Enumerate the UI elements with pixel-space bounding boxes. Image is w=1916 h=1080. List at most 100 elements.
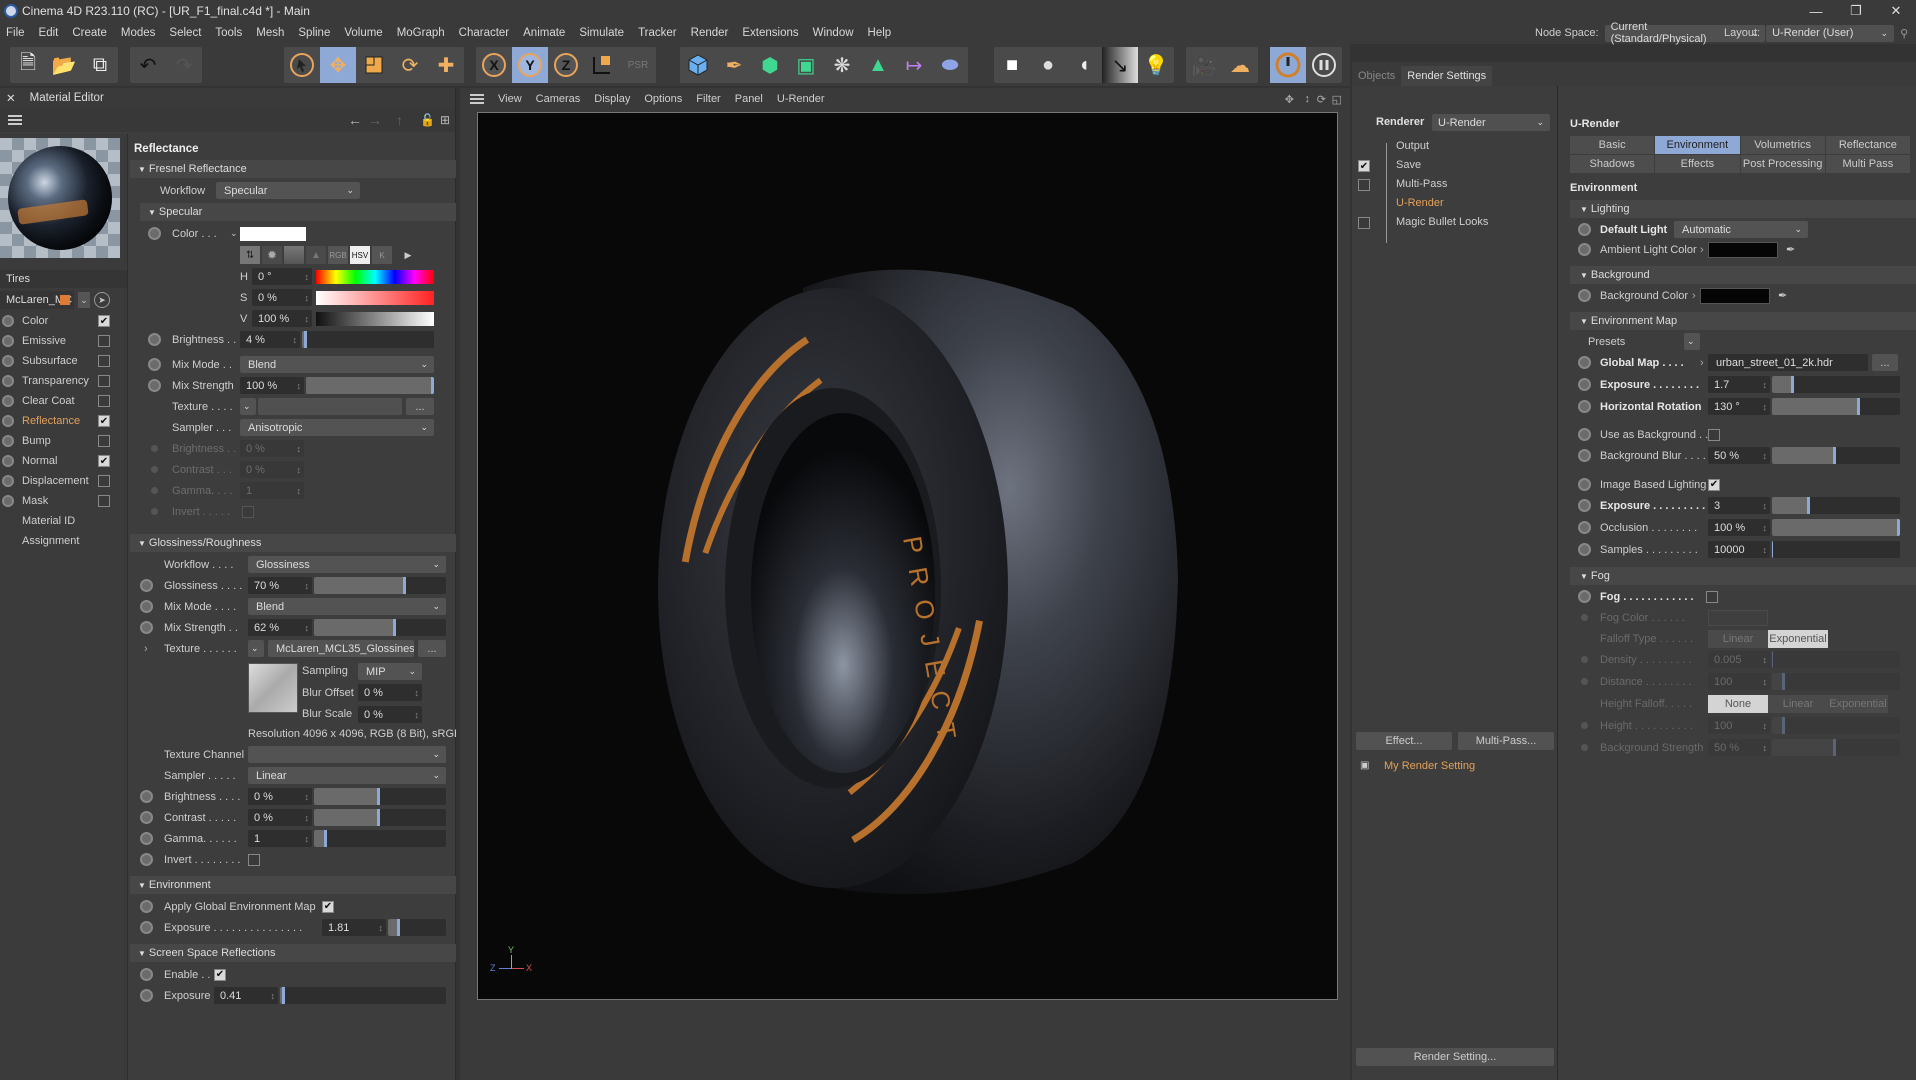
eyedropper-icon[interactable]: ✒ bbox=[1786, 243, 1795, 256]
color-swatch[interactable] bbox=[240, 226, 306, 241]
radio-icon[interactable] bbox=[148, 227, 161, 240]
chevron-right-icon[interactable]: › bbox=[1700, 244, 1704, 256]
slider-knob[interactable] bbox=[1897, 519, 1900, 536]
close-button[interactable]: ✕ bbox=[1876, 0, 1916, 22]
ibl-checkbox[interactable]: ✔ bbox=[1708, 478, 1720, 491]
channel-material-id[interactable]: Material ID bbox=[0, 511, 127, 531]
checkbox[interactable]: ✔ bbox=[98, 415, 110, 427]
tab-environment[interactable]: Environment bbox=[1655, 136, 1740, 154]
gloss-mix-strength-slider[interactable] bbox=[314, 619, 446, 636]
radio-icon[interactable] bbox=[140, 832, 153, 845]
render-viewport[interactable]: PROJECT Y X Z bbox=[477, 112, 1338, 1000]
rotate-icon[interactable]: ⟳ bbox=[392, 47, 428, 83]
mix-strength-input[interactable]: 100 % bbox=[240, 377, 304, 394]
tab-objects[interactable]: Objects bbox=[1352, 66, 1401, 86]
radio-icon[interactable] bbox=[148, 379, 161, 392]
brightness-input[interactable]: 0 % bbox=[248, 788, 312, 805]
new-scene-icon[interactable]: 🗎 bbox=[10, 47, 46, 83]
group-fresnel[interactable]: ▼ Fresnel Reflectance bbox=[130, 160, 456, 178]
floor-icon[interactable]: ■ bbox=[994, 47, 1030, 83]
value-input[interactable]: 100 % bbox=[252, 310, 312, 327]
triangle-right-icon[interactable]: ▶ bbox=[402, 246, 414, 264]
orbit-icon[interactable]: ⟳ bbox=[1317, 93, 1326, 106]
menu-tracker[interactable]: Tracker bbox=[638, 27, 677, 39]
eyedropper-icon[interactable]: ✒ bbox=[1778, 289, 1787, 302]
channel-mask[interactable]: Mask bbox=[0, 491, 127, 511]
tree-item-u-render[interactable]: U-Render bbox=[1396, 197, 1444, 209]
channel-bump[interactable]: Bump bbox=[0, 431, 127, 451]
occlusion-input[interactable]: 100 % bbox=[1708, 519, 1770, 536]
horizontal-rotation-input[interactable]: 130 ° bbox=[1708, 398, 1770, 415]
texture-browse-button[interactable]: ... bbox=[406, 398, 434, 415]
menu-simulate[interactable]: Simulate bbox=[579, 27, 624, 39]
channel-color[interactable]: Color ✔ bbox=[0, 311, 127, 331]
tab-basic[interactable]: Basic bbox=[1570, 136, 1655, 154]
tab-volumetrics[interactable]: Volumetrics bbox=[1740, 136, 1825, 154]
menu-extensions[interactable]: Extensions bbox=[742, 27, 798, 39]
channel-normal[interactable]: Normal ✔ bbox=[0, 451, 127, 471]
radio-icon[interactable] bbox=[140, 621, 153, 634]
ssr-exposure-input[interactable]: 0.41 bbox=[214, 987, 278, 1004]
hamburger-menu-icon[interactable] bbox=[8, 115, 22, 125]
tree-item-magic-bullet-looks[interactable]: Magic Bullet Looks bbox=[1396, 216, 1488, 228]
material-preview[interactable] bbox=[0, 138, 120, 258]
mix-strength-slider[interactable] bbox=[306, 377, 434, 394]
sampling-dropdown[interactable]: MIP ⌄ bbox=[358, 663, 422, 680]
select-icon[interactable] bbox=[284, 47, 320, 83]
texture-path-field[interactable]: McLaren_MCL35_Glossiness. bbox=[268, 640, 414, 657]
channel-reflectance[interactable]: Reflectance ✔ bbox=[0, 411, 127, 431]
render-setting-item[interactable]: My Render Setting bbox=[1384, 760, 1475, 772]
gloss-gamma-slider[interactable] bbox=[314, 830, 446, 847]
texture-thumbnail[interactable] bbox=[248, 663, 298, 713]
redo-icon[interactable]: ↷ bbox=[166, 47, 202, 83]
spectrum-icon[interactable] bbox=[284, 246, 304, 264]
checkbox[interactable] bbox=[98, 495, 110, 507]
fresnel-workflow-dropdown[interactable]: Specular ⌄ bbox=[216, 182, 360, 199]
viewport-menu-options[interactable]: Options bbox=[644, 93, 682, 105]
channel-displacement[interactable]: Displacement bbox=[0, 471, 127, 491]
hsv-mode-button[interactable]: HSV bbox=[350, 246, 370, 264]
radio-icon[interactable] bbox=[140, 921, 153, 934]
image-icon[interactable]: ▲ bbox=[306, 246, 326, 264]
radio-icon[interactable] bbox=[1578, 428, 1591, 441]
minimize-button[interactable]: — bbox=[1796, 0, 1836, 22]
radio-icon[interactable] bbox=[140, 900, 153, 913]
world-coordinates-icon[interactable] bbox=[584, 47, 620, 83]
menu-modes[interactable]: Modes bbox=[121, 27, 156, 39]
search-icon[interactable]: ⚲ bbox=[1900, 27, 1908, 40]
viewport-menu-filter[interactable]: Filter bbox=[696, 93, 720, 105]
chevron-down-icon[interactable]: ⌄ bbox=[78, 292, 90, 308]
radio-icon[interactable] bbox=[1578, 478, 1591, 491]
multipass-checkbox[interactable] bbox=[1358, 179, 1370, 191]
deformer-icon[interactable]: ⬬ bbox=[932, 47, 968, 83]
glossiness-input[interactable]: 70 % bbox=[248, 577, 312, 594]
radio-icon[interactable] bbox=[1578, 356, 1591, 369]
symmetry-icon[interactable]: ↦ bbox=[896, 47, 932, 83]
saturation-slider[interactable] bbox=[316, 290, 434, 305]
ibl-exposure-slider[interactable] bbox=[1772, 497, 1900, 514]
background-blur-slider[interactable] bbox=[1772, 447, 1900, 464]
group-background[interactable]: ▼ Background bbox=[1570, 266, 1916, 284]
slider-knob[interactable] bbox=[324, 830, 328, 847]
new-panel-icon[interactable]: ⊞ bbox=[440, 113, 450, 127]
texture-path-field[interactable] bbox=[258, 398, 402, 415]
close-icon[interactable]: ✕ bbox=[6, 91, 16, 105]
radio-icon[interactable] bbox=[1578, 378, 1591, 391]
slider-knob[interactable] bbox=[1772, 541, 1774, 558]
presets-dropdown[interactable]: ⌄ bbox=[1684, 333, 1700, 350]
magic-bullet-checkbox[interactable] bbox=[1358, 217, 1370, 229]
fog-checkbox[interactable] bbox=[1706, 590, 1718, 603]
checkbox[interactable] bbox=[98, 335, 110, 347]
open-icon[interactable]: 📂 bbox=[46, 47, 82, 83]
slider-knob[interactable] bbox=[1790, 376, 1794, 393]
gloss-sampler-dropdown[interactable]: Linear ⌄ bbox=[248, 767, 446, 784]
group-environment-map[interactable]: ▼ Environment Map bbox=[1570, 312, 1916, 330]
maximize-view-icon[interactable]: ◱ bbox=[1332, 93, 1342, 106]
radio-icon[interactable] bbox=[140, 790, 153, 803]
radio-icon[interactable] bbox=[1578, 243, 1591, 256]
env-exposure-slider[interactable] bbox=[388, 919, 446, 936]
checkbox[interactable] bbox=[98, 395, 110, 407]
radio-icon[interactable] bbox=[1578, 499, 1591, 512]
saturation-input[interactable]: 0 % bbox=[252, 289, 312, 306]
pen-icon[interactable]: ✒ bbox=[716, 47, 752, 83]
